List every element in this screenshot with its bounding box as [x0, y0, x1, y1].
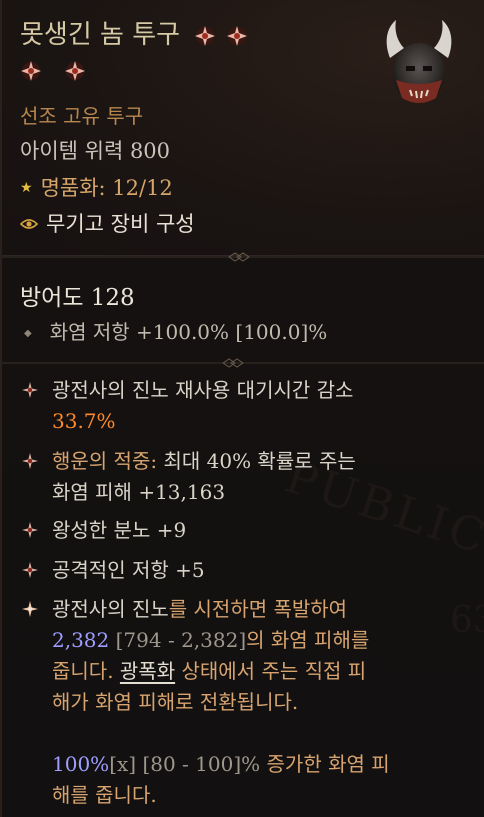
- item-power: 아이템 위력 800: [20, 139, 171, 163]
- socket-gem-icon: [65, 61, 85, 81]
- affix-cooldown: 광전사의 진노 재사용 대기시간 감소 33.7%: [22, 375, 462, 437]
- affix-bullet-icon: [22, 382, 38, 398]
- affix-text: 공격적인 저항 +5: [52, 558, 205, 582]
- diamond-bullet-icon: ◆: [24, 328, 32, 339]
- armory-eye-icon: [20, 219, 38, 229]
- item-tooltip: 못생긴 놈 투구 선조 고유 투구 아이템 위력 800 ★ 명품화: 12/1…: [0, 0, 484, 817]
- aspect-text: 해를 줍니다.: [52, 783, 157, 807]
- legendary-bullet-icon: [22, 601, 38, 617]
- affix-text: 왕성한 분노 +9: [52, 518, 187, 542]
- aspect-text: 상태에서 주는 직접 피: [181, 659, 367, 683]
- masterwork-label: 명품화: 12/12: [40, 176, 173, 200]
- aspect-text: 증가한 화염 피: [266, 752, 390, 776]
- aspect-range: [794 - 2,382]: [115, 628, 247, 652]
- armory-label: 무기고 장비 구성: [46, 212, 195, 236]
- armor-value: 방어도 128: [20, 285, 135, 311]
- affix-bullet-icon: [22, 522, 38, 538]
- socket-gem-icon: [21, 61, 41, 81]
- star-icon: ★: [20, 180, 33, 196]
- legendary-aspect: 광전사의 진노를 시전하면 폭발하여 2,382 [794 - 2,382]의 …: [22, 594, 462, 811]
- aspect-value: 100%: [52, 752, 110, 776]
- item-name-text: 못생긴 놈 투구: [20, 20, 181, 50]
- affix-bullet-icon: [22, 562, 38, 578]
- berserking-keyword-link[interactable]: 광폭화: [120, 659, 175, 683]
- section-divider: [2, 251, 484, 263]
- aspect-skill-name: 광전사의 진노: [52, 597, 169, 621]
- aspect-text: 해가 화염 피해로 전환됩니다.: [52, 690, 299, 714]
- affix-text: 광전사의 진노 재사용 대기시간 감소: [52, 378, 354, 402]
- aspect-text: 를 시전하면 폭발하여: [168, 597, 348, 621]
- socket-gems-row: [20, 60, 108, 82]
- implicit-text: 화염 저항 +100.0% [100.0]%: [49, 320, 328, 344]
- tooltip-header: 못생긴 놈 투구 선조 고유 투구 아이템 위력 800 ★ 명품화: 12/1…: [2, 0, 484, 256]
- implicit-affix: ◆ 화염 저항 +100.0% [100.0]%: [24, 316, 327, 345]
- affix-bullet-icon: [22, 453, 38, 469]
- affix-vigor: 왕성한 분노 +9: [22, 515, 462, 546]
- item-type: 선조 고유 투구: [20, 104, 144, 128]
- affix-lucky-hit: 행운의 적중: 최대 40% 확률로 주는 화염 피해 +13,163: [22, 446, 462, 508]
- affix-value: 33.7%: [52, 409, 116, 433]
- socket-gem-icon: [227, 26, 248, 46]
- affix-text-line2: 화염 피해 +13,163: [52, 480, 226, 504]
- affix-aggressive-resistance: 공격적인 저항 +5: [22, 555, 462, 586]
- aspect-text: 줍니다.: [52, 659, 114, 683]
- helmet-icon: [386, 20, 452, 103]
- affix-text: 최대 40% 확률로 주는: [163, 449, 356, 473]
- item-name: 못생긴 놈 투구: [20, 18, 360, 52]
- section-divider: [2, 357, 484, 369]
- aspect-multiplier-tag: [x]: [109, 752, 137, 776]
- aspect-range: [80 - 100]%: [142, 752, 261, 776]
- aspect-text: 의 화염 피해를: [246, 628, 370, 652]
- socket-gem-icon: [195, 26, 216, 46]
- affix-name: 행운의 적중:: [52, 449, 158, 473]
- aspect-value: 2,382: [52, 628, 110, 652]
- armory-loadout: 무기고 장비 구성: [20, 208, 195, 238]
- masterwork: ★ 명품화: 12/12: [20, 172, 173, 202]
